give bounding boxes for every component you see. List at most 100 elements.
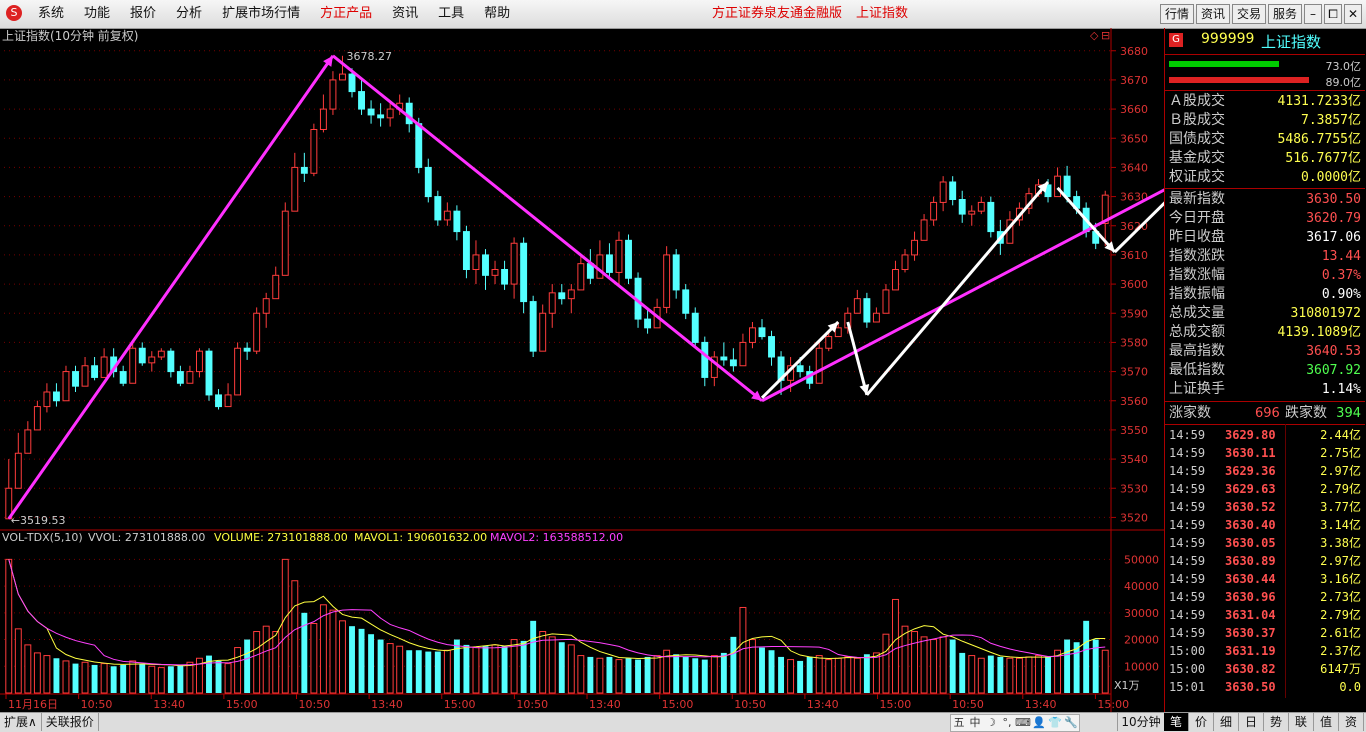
restore-icon[interactable]: ⧠ bbox=[1324, 4, 1342, 24]
menu-item-8[interactable]: 帮助 bbox=[474, 0, 520, 28]
ime-user-icon[interactable]: 👤 bbox=[1031, 715, 1047, 731]
ime-wubi-icon[interactable]: 五 bbox=[951, 715, 967, 731]
wave-arrow-1 bbox=[846, 321, 869, 396]
period-label[interactable]: 10分钟 bbox=[1117, 713, 1164, 731]
tick-time: 15:00 bbox=[1169, 644, 1206, 658]
ime-punct-icon[interactable]: °, bbox=[999, 715, 1015, 731]
row-label: 总成交额 bbox=[1169, 324, 1225, 340]
candle-body-down bbox=[720, 356, 728, 361]
bottom-left-buttons: 扩展∧ 关联报价 bbox=[0, 713, 99, 731]
volume-bar-up bbox=[825, 659, 833, 694]
menu-item-7[interactable]: 工具 bbox=[428, 0, 474, 28]
wave-arrow-0 bbox=[760, 320, 840, 399]
minimize-icon[interactable]: – bbox=[1304, 4, 1322, 24]
panel-tab-3[interactable]: 日 bbox=[1239, 713, 1264, 731]
quote-panel: G 999999 上证指数 73.0亿 89.0亿 Ａ股成交 4131.7233亿 Ｂ股成交 7… bbox=[1164, 28, 1366, 712]
volume-bar-up bbox=[129, 660, 137, 694]
right-button-0[interactable]: 行情 bbox=[1159, 4, 1194, 24]
tick-row: 15:00 3631.19 2.37亿 bbox=[1165, 642, 1365, 660]
volume-bar-down bbox=[682, 656, 689, 693]
candle-body-up bbox=[491, 269, 499, 276]
panel-tab-0[interactable]: 笔 bbox=[1164, 713, 1189, 731]
tick-time: 15:01 bbox=[1169, 680, 1206, 694]
panel-tab-7[interactable]: 资 bbox=[1339, 713, 1364, 731]
menu-item-2[interactable]: 报价 bbox=[120, 0, 166, 28]
row-label: 最低指数 bbox=[1169, 362, 1225, 378]
tick-time: 14:59 bbox=[1169, 572, 1206, 586]
row-label: 国债成交 bbox=[1169, 131, 1225, 147]
menu-item-3[interactable]: 分析 bbox=[166, 0, 212, 28]
row-value: 3617.06 bbox=[1306, 230, 1361, 245]
menu-item-6[interactable]: 资讯 bbox=[382, 0, 428, 28]
center-link-0[interactable]: 方正证券泉友通金融版 bbox=[712, 6, 842, 21]
volume-bar-up bbox=[853, 657, 861, 694]
candle-body-down bbox=[415, 123, 423, 168]
menu-item-0[interactable]: 系统 bbox=[28, 0, 74, 28]
candle-body-down bbox=[453, 210, 461, 233]
volume-bar-up bbox=[100, 663, 108, 694]
candle-body-down bbox=[348, 73, 356, 93]
candle-body-down bbox=[462, 231, 470, 270]
vol-header-vvol: VVOL: 273101888.00 bbox=[88, 531, 205, 544]
menu-item-4[interactable]: 扩展市场行情 bbox=[212, 0, 310, 28]
volume-bar-up bbox=[386, 643, 394, 694]
menu-item-5[interactable]: 方正产品 bbox=[310, 0, 382, 28]
panel-tab-1[interactable]: 价 bbox=[1189, 713, 1214, 731]
ime-tool-icon[interactable]: 🔧 bbox=[1063, 715, 1079, 731]
volume-bar-up bbox=[396, 645, 404, 694]
panel-tab-2[interactable]: 细 bbox=[1214, 713, 1239, 731]
ime-chinese-icon[interactable]: 中 bbox=[967, 715, 983, 731]
up-count: 696 bbox=[1255, 406, 1280, 421]
candle-body-up bbox=[14, 452, 22, 489]
tick-price: 3630.82 bbox=[1225, 662, 1276, 676]
row-value: 13.44 bbox=[1321, 249, 1361, 264]
row-label: 最新指数 bbox=[1169, 191, 1225, 207]
candle-body-down bbox=[482, 254, 489, 276]
candle-body-up bbox=[939, 181, 947, 203]
tick-time: 14:59 bbox=[1169, 518, 1206, 532]
row-label: 总成交量 bbox=[1169, 305, 1225, 321]
kline-chart[interactable]: 3520 3530 3540 3550 3560 3570 3580 3590 3600 3610… bbox=[0, 28, 1164, 712]
candle-body-up bbox=[911, 239, 918, 256]
right-button-2[interactable]: 交易 bbox=[1231, 4, 1266, 24]
tick-price: 3630.52 bbox=[1225, 500, 1276, 514]
volume-bar-down bbox=[520, 640, 527, 693]
menu-item-1[interactable]: 功能 bbox=[74, 0, 120, 28]
candle-body-down bbox=[434, 196, 442, 221]
app-logo-icon[interactable]: S bbox=[6, 5, 22, 21]
index-stat-row: 昨日收盘 3617.06 bbox=[1165, 228, 1365, 247]
volume-bar-up bbox=[1101, 649, 1109, 694]
bottom-left-button-1[interactable]: 关联报价 bbox=[42, 713, 99, 731]
panel-tab-4[interactable]: 势 bbox=[1264, 713, 1289, 731]
panel-tabs: 笔价细日势联值资 bbox=[1164, 713, 1364, 731]
index-stat-row: 总成交额 4139.1089亿 bbox=[1165, 323, 1365, 342]
candle-body-down bbox=[558, 292, 566, 300]
bottom-left-button-0[interactable]: 扩展∧ bbox=[0, 713, 42, 731]
candle-body-up bbox=[310, 129, 318, 174]
ime-moon-icon[interactable]: ☽ bbox=[983, 715, 999, 731]
chart-title: 上证指数(10分钟 前复权) bbox=[2, 28, 138, 43]
bottom-bar: 扩展∧ 关联报价 五中 ☽ °, ⌨ 👤 👕 🔧 10分钟 笔价细日势联值资 bbox=[0, 712, 1366, 732]
panel-tab-5[interactable]: 联 bbox=[1289, 713, 1314, 731]
tick-amount: 2.37亿 bbox=[1320, 644, 1361, 658]
ime-keyboard-icon[interactable]: ⌨ bbox=[1015, 715, 1031, 731]
volume-bar-up bbox=[272, 631, 280, 694]
candle-body-down bbox=[119, 371, 127, 384]
candle-body-up bbox=[539, 312, 547, 352]
close-icon[interactable]: ✕ bbox=[1344, 4, 1362, 24]
panel-tab-6[interactable]: 值 bbox=[1314, 713, 1339, 731]
volume-bar-down bbox=[72, 663, 79, 693]
right-button-3[interactable]: 服务 bbox=[1267, 4, 1302, 24]
candle-body-up bbox=[157, 350, 165, 358]
index-stat-row: 指数涨跌 13.44 bbox=[1165, 247, 1365, 266]
tick-price: 3630.96 bbox=[1225, 590, 1276, 604]
candle-body-up bbox=[930, 201, 938, 221]
ime-skin-icon[interactable]: 👕 bbox=[1047, 715, 1063, 731]
candle-body-up bbox=[1054, 175, 1062, 198]
candle-body-down bbox=[377, 114, 385, 119]
chart-diamond-icon[interactable]: ◇ bbox=[1090, 29, 1099, 42]
right-button-1[interactable]: 资讯 bbox=[1195, 4, 1230, 24]
volume-bar-up bbox=[234, 647, 242, 694]
center-link-1[interactable]: 上证指数 bbox=[856, 6, 908, 21]
chart-collapse-icon[interactable]: ⊟ bbox=[1101, 29, 1110, 42]
